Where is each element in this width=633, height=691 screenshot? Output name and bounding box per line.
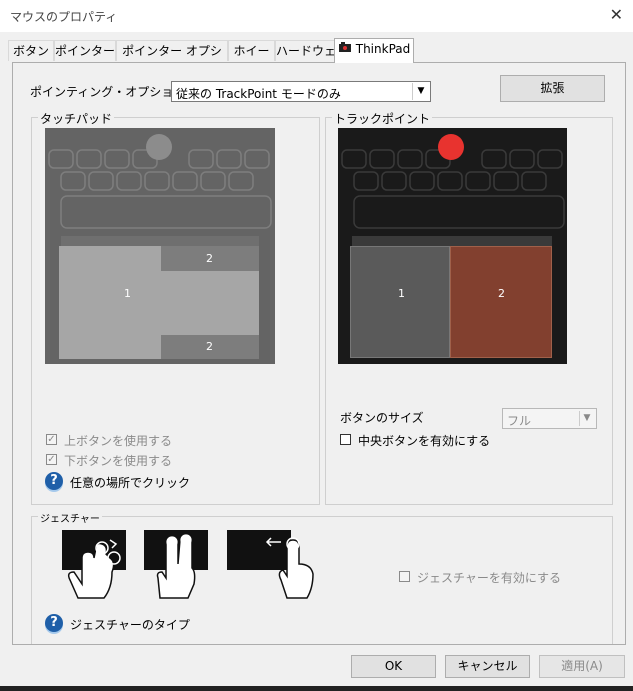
apply-button[interactable]: 適用(A): [539, 655, 625, 678]
mouse-properties-window: マウスのプロパティ ✕ ボタン ポインター ポインター オプション ホイール ハ…: [0, 0, 633, 691]
gestures-title: ジェスチャー: [38, 510, 102, 525]
help-icon[interactable]: ?: [45, 614, 63, 632]
enable-gestures-checkbox[interactable]: [399, 571, 410, 582]
pointing-options-label: ポインティング・オプション: [30, 85, 186, 99]
thinkpad-icon: [338, 42, 351, 52]
dialog-button-bar: OK キャンセル 適用(A): [0, 645, 633, 691]
touchpad-zone-left-label: 1: [124, 287, 131, 300]
trackpoint-nub: [438, 134, 464, 160]
tab-hardware[interactable]: ハードウェア: [275, 40, 337, 79]
trackpoint-title: トラックポイント: [332, 110, 433, 127]
desktop-strip: [0, 686, 633, 691]
cancel-button[interactable]: キャンセル: [445, 655, 530, 678]
tab-thinkpad[interactable]: ThinkPad: [334, 38, 414, 63]
enable-gestures-label: ジェスチャーを有効にする: [417, 571, 562, 585]
use-top-buttons-checkbox[interactable]: ✓: [46, 434, 57, 445]
window-title: マウスのプロパティ: [10, 10, 118, 24]
use-top-buttons-label: 上ボタンを使用する: [64, 434, 173, 448]
title-bar: マウスのプロパティ ✕: [0, 0, 633, 32]
touchpad-zone-top-label: 2: [206, 252, 213, 265]
tab-pointer-options[interactable]: ポインター オプション: [116, 40, 228, 79]
trackpoint-button-left-label: 1: [398, 287, 405, 300]
tab-thinkpad-label: ThinkPad: [355, 42, 411, 56]
use-bottom-buttons-checkbox[interactable]: ✓: [46, 454, 57, 465]
middle-button-checkbox[interactable]: [340, 434, 351, 445]
trackpoint-button-right-label: 2: [498, 287, 505, 300]
touchpad-zone-left: [59, 246, 161, 359]
chevron-down-icon[interactable]: ▼: [579, 411, 594, 426]
tab-pointer[interactable]: ポインター: [54, 40, 116, 61]
button-size-label: ボタンのサイズ: [340, 411, 424, 425]
expand-button[interactable]: 拡張: [500, 75, 605, 102]
button-size-dropdown[interactable]: フル ▼: [502, 408, 597, 429]
click-anywhere-link[interactable]: 任意の場所でクリック: [70, 474, 190, 491]
ok-button[interactable]: OK: [351, 655, 436, 678]
middle-button-label: 中央ボタンを有効にする: [358, 434, 491, 448]
use-bottom-buttons-label: 下ボタンを使用する: [64, 454, 173, 468]
pointing-options-value: 従来の TrackPoint モードのみ: [176, 87, 341, 101]
chevron-down-icon[interactable]: ▼: [412, 83, 429, 100]
touchpad-title: タッチパッド: [38, 110, 115, 127]
touchpad-zone-middle: [159, 271, 259, 335]
swipe-gesture-icon: [227, 530, 314, 599]
touchpad-image: 2 1 2: [45, 128, 275, 364]
trackpoint-button-right: [450, 246, 552, 358]
close-icon[interactable]: ✕: [610, 5, 623, 24]
trackpoint-button-left: [350, 246, 450, 358]
pointing-options-dropdown[interactable]: 従来の TrackPoint モードのみ ▼: [171, 81, 431, 102]
trackpoint-image: 1 2: [338, 128, 567, 364]
tab-wheel[interactable]: ホイール: [228, 40, 275, 79]
tab-buttons[interactable]: ボタン: [8, 40, 54, 61]
touchpad-zone-bottom-label: 2: [206, 340, 213, 353]
two-finger-scroll-icon: [144, 530, 208, 599]
help-icon[interactable]: ?: [45, 472, 63, 490]
pinch-gesture-icon: [62, 530, 126, 599]
gesture-types-link[interactable]: ジェスチャーのタイプ: [70, 616, 190, 633]
button-size-value: フル: [507, 414, 532, 428]
